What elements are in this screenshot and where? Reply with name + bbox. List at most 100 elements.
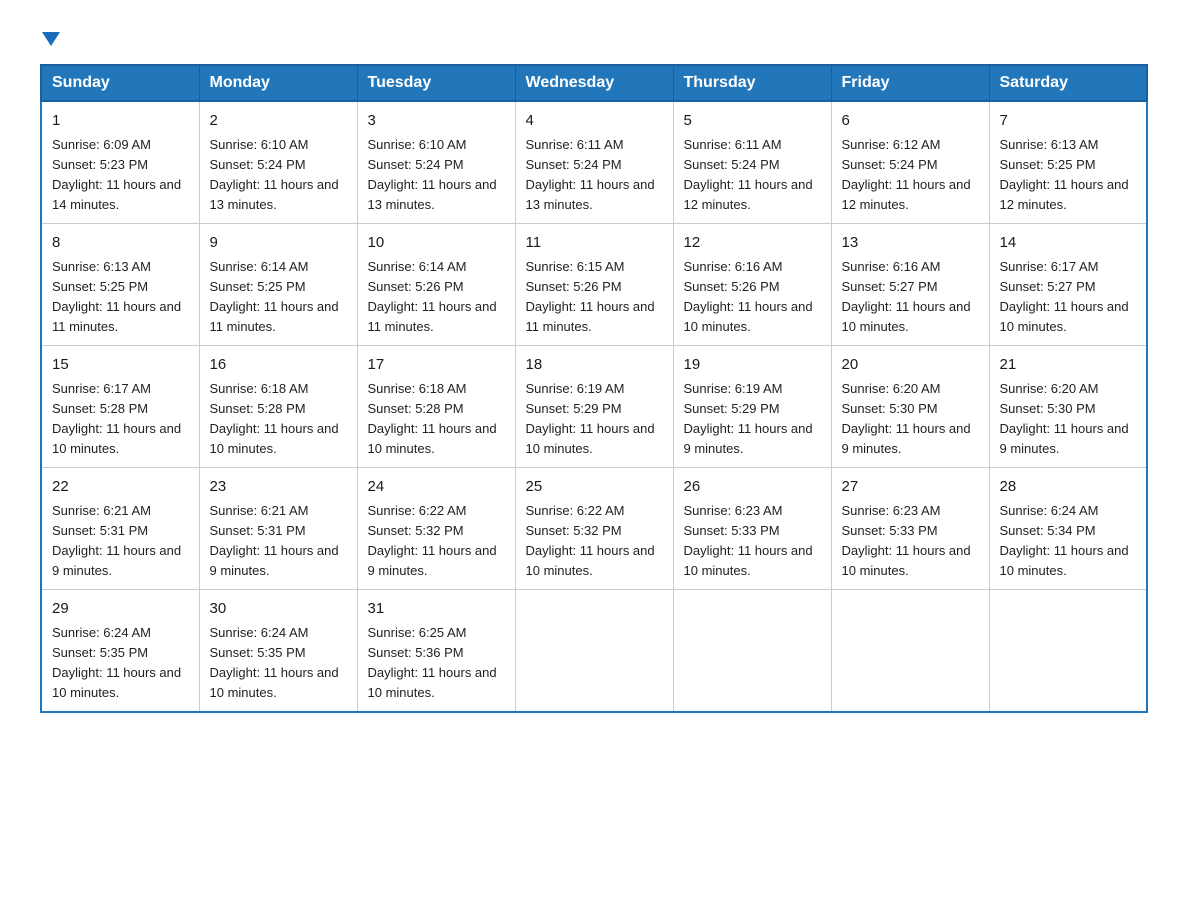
- day-number: 18: [526, 354, 663, 377]
- calendar-week-row: 8 Sunrise: 6:13 AMSunset: 5:25 PMDaylight…: [41, 224, 1147, 346]
- header-tuesday: Tuesday: [357, 65, 515, 101]
- day-number: 7: [1000, 110, 1137, 133]
- day-number: 17: [368, 354, 505, 377]
- day-info: Sunrise: 6:22 AMSunset: 5:32 PMDaylight:…: [526, 503, 655, 578]
- day-info: Sunrise: 6:11 AMSunset: 5:24 PMDaylight:…: [684, 137, 813, 212]
- calendar-week-row: 1Sunrise: 6:09 AMSunset: 5:23 PMDaylight…: [41, 101, 1147, 224]
- day-info: Sunrise: 6:20 AMSunset: 5:30 PMDaylight:…: [842, 381, 971, 456]
- table-row: 10Sunrise: 6:14 AMSunset: 5:26 PMDayligh…: [357, 224, 515, 346]
- day-number: 12: [684, 232, 821, 255]
- table-row: 13Sunrise: 6:16 AMSunset: 5:27 PMDayligh…: [831, 224, 989, 346]
- day-info: Sunrise: 6:21 AMSunset: 5:31 PMDaylight:…: [52, 503, 181, 578]
- table-row: 23 Sunrise: 6:21 AMSunset: 5:31 PMDayligh…: [199, 468, 357, 590]
- day-number: 23: [210, 476, 347, 499]
- day-info: Sunrise: 6:17 AMSunset: 5:27 PMDaylight:…: [1000, 259, 1129, 334]
- day-number: 19: [684, 354, 821, 377]
- table-row: 31 Sunrise: 6:25 AMSunset: 5:36 PMDayligh…: [357, 590, 515, 713]
- table-row: [831, 590, 989, 713]
- day-info: Sunrise: 6:22 AMSunset: 5:32 PMDaylight:…: [368, 503, 497, 578]
- header-sunday: Sunday: [41, 65, 199, 101]
- day-number: 8: [52, 232, 189, 255]
- day-info: Sunrise: 6:23 AMSunset: 5:33 PMDaylight:…: [842, 503, 971, 578]
- day-number: 14: [1000, 232, 1137, 255]
- calendar-week-row: 22Sunrise: 6:21 AMSunset: 5:31 PMDayligh…: [41, 468, 1147, 590]
- day-number: 2: [210, 110, 347, 133]
- table-row: 1Sunrise: 6:09 AMSunset: 5:23 PMDaylight…: [41, 101, 199, 224]
- table-row: [515, 590, 673, 713]
- table-row: 25 Sunrise: 6:22 AMSunset: 5:32 PMDayligh…: [515, 468, 673, 590]
- day-number: 30: [210, 598, 347, 621]
- day-info: Sunrise: 6:19 AMSunset: 5:29 PMDaylight:…: [526, 381, 655, 456]
- table-row: 2 Sunrise: 6:10 AMSunset: 5:24 PMDaylight…: [199, 101, 357, 224]
- day-info: Sunrise: 6:19 AMSunset: 5:29 PMDaylight:…: [684, 381, 813, 456]
- day-info: Sunrise: 6:13 AMSunset: 5:25 PMDaylight:…: [52, 259, 181, 334]
- logo-line2: [40, 30, 60, 44]
- day-number: 20: [842, 354, 979, 377]
- table-row: 3 Sunrise: 6:10 AMSunset: 5:24 PMDaylight…: [357, 101, 515, 224]
- logo-triangle-icon: [42, 32, 60, 46]
- day-number: 6: [842, 110, 979, 133]
- day-info: Sunrise: 6:10 AMSunset: 5:24 PMDaylight:…: [368, 137, 497, 212]
- day-number: 29: [52, 598, 189, 621]
- day-info: Sunrise: 6:14 AMSunset: 5:25 PMDaylight:…: [210, 259, 339, 334]
- table-row: 28 Sunrise: 6:24 AMSunset: 5:34 PMDayligh…: [989, 468, 1147, 590]
- day-number: 9: [210, 232, 347, 255]
- day-info: Sunrise: 6:17 AMSunset: 5:28 PMDaylight:…: [52, 381, 181, 456]
- day-number: 25: [526, 476, 663, 499]
- day-info: Sunrise: 6:24 AMSunset: 5:35 PMDaylight:…: [52, 625, 181, 700]
- day-info: Sunrise: 6:21 AMSunset: 5:31 PMDaylight:…: [210, 503, 339, 578]
- header-saturday: Saturday: [989, 65, 1147, 101]
- day-number: 11: [526, 232, 663, 255]
- day-number: 24: [368, 476, 505, 499]
- table-row: [673, 590, 831, 713]
- day-number: 28: [1000, 476, 1137, 499]
- day-number: 3: [368, 110, 505, 133]
- table-row: 9 Sunrise: 6:14 AMSunset: 5:25 PMDaylight…: [199, 224, 357, 346]
- table-row: 14 Sunrise: 6:17 AMSunset: 5:27 PMDayligh…: [989, 224, 1147, 346]
- day-info: Sunrise: 6:23 AMSunset: 5:33 PMDaylight:…: [684, 503, 813, 578]
- table-row: 11 Sunrise: 6:15 AMSunset: 5:26 PMDayligh…: [515, 224, 673, 346]
- day-info: Sunrise: 6:25 AMSunset: 5:36 PMDaylight:…: [368, 625, 497, 700]
- day-number: 31: [368, 598, 505, 621]
- table-row: 8 Sunrise: 6:13 AMSunset: 5:25 PMDaylight…: [41, 224, 199, 346]
- logo-text: [40, 30, 60, 44]
- calendar-table: Sunday Monday Tuesday Wednesday Thursday…: [40, 64, 1148, 713]
- day-info: Sunrise: 6:16 AMSunset: 5:26 PMDaylight:…: [684, 259, 813, 334]
- table-row: 20 Sunrise: 6:20 AMSunset: 5:30 PMDayligh…: [831, 346, 989, 468]
- table-row: 7 Sunrise: 6:13 AMSunset: 5:25 PMDaylight…: [989, 101, 1147, 224]
- table-row: 21Sunrise: 6:20 AMSunset: 5:30 PMDayligh…: [989, 346, 1147, 468]
- day-info: Sunrise: 6:13 AMSunset: 5:25 PMDaylight:…: [1000, 137, 1129, 212]
- logo: [40, 30, 60, 44]
- table-row: 27 Sunrise: 6:23 AMSunset: 5:33 PMDayligh…: [831, 468, 989, 590]
- header-thursday: Thursday: [673, 65, 831, 101]
- page-header: [40, 30, 1148, 44]
- day-info: Sunrise: 6:18 AMSunset: 5:28 PMDaylight:…: [210, 381, 339, 456]
- header-friday: Friday: [831, 65, 989, 101]
- calendar-week-row: 29 Sunrise: 6:24 AMSunset: 5:35 PMDayligh…: [41, 590, 1147, 713]
- day-info: Sunrise: 6:24 AMSunset: 5:34 PMDaylight:…: [1000, 503, 1129, 578]
- table-row: 24 Sunrise: 6:22 AMSunset: 5:32 PMDayligh…: [357, 468, 515, 590]
- table-row: 26Sunrise: 6:23 AMSunset: 5:33 PMDayligh…: [673, 468, 831, 590]
- day-info: Sunrise: 6:09 AMSunset: 5:23 PMDaylight:…: [52, 137, 181, 212]
- day-info: Sunrise: 6:15 AMSunset: 5:26 PMDaylight:…: [526, 259, 655, 334]
- day-number: 16: [210, 354, 347, 377]
- header-monday: Monday: [199, 65, 357, 101]
- table-row: 30 Sunrise: 6:24 AMSunset: 5:35 PMDayligh…: [199, 590, 357, 713]
- table-row: [989, 590, 1147, 713]
- day-info: Sunrise: 6:18 AMSunset: 5:28 PMDaylight:…: [368, 381, 497, 456]
- day-number: 13: [842, 232, 979, 255]
- day-number: 27: [842, 476, 979, 499]
- header-wednesday: Wednesday: [515, 65, 673, 101]
- table-row: 5Sunrise: 6:11 AMSunset: 5:24 PMDaylight…: [673, 101, 831, 224]
- table-row: 18 Sunrise: 6:19 AMSunset: 5:29 PMDayligh…: [515, 346, 673, 468]
- day-info: Sunrise: 6:24 AMSunset: 5:35 PMDaylight:…: [210, 625, 339, 700]
- calendar-header-row: Sunday Monday Tuesday Wednesday Thursday…: [41, 65, 1147, 101]
- table-row: 15Sunrise: 6:17 AMSunset: 5:28 PMDayligh…: [41, 346, 199, 468]
- day-info: Sunrise: 6:14 AMSunset: 5:26 PMDaylight:…: [368, 259, 497, 334]
- day-info: Sunrise: 6:10 AMSunset: 5:24 PMDaylight:…: [210, 137, 339, 212]
- calendar-week-row: 15Sunrise: 6:17 AMSunset: 5:28 PMDayligh…: [41, 346, 1147, 468]
- table-row: 16 Sunrise: 6:18 AMSunset: 5:28 PMDayligh…: [199, 346, 357, 468]
- table-row: 6Sunrise: 6:12 AMSunset: 5:24 PMDaylight…: [831, 101, 989, 224]
- day-info: Sunrise: 6:20 AMSunset: 5:30 PMDaylight:…: [1000, 381, 1129, 456]
- table-row: 17 Sunrise: 6:18 AMSunset: 5:28 PMDayligh…: [357, 346, 515, 468]
